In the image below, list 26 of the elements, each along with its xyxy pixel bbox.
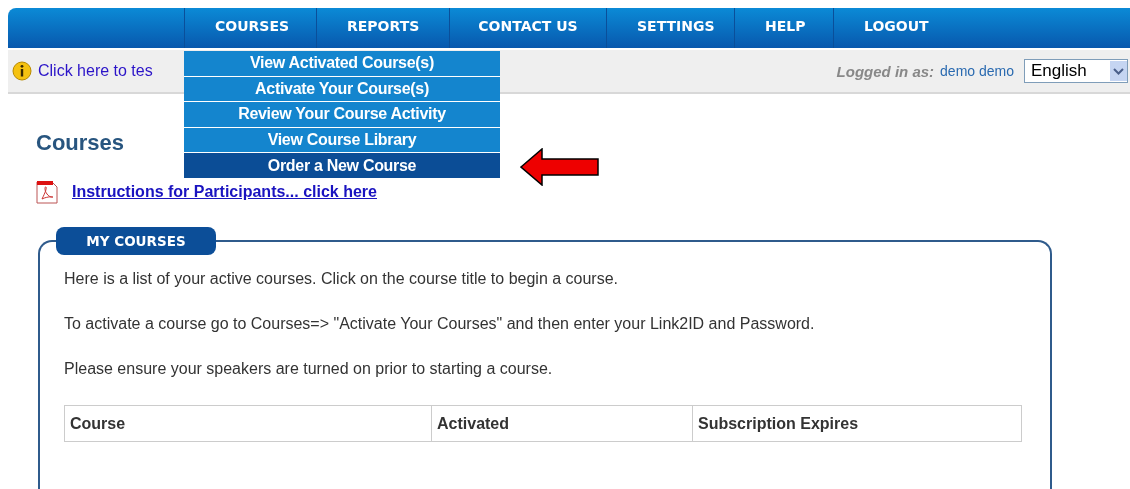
nav-item[interactable]: REPORTS	[316, 8, 449, 48]
menu-item[interactable]: View Course Library	[184, 127, 500, 153]
menu-item[interactable]: Activate Your Course(s)	[184, 76, 500, 102]
column-header: Subscription Expires	[692, 405, 1022, 442]
info-text: To activate a course go to Courses=> "Activate Your Courses" and then enter your Link2ID and Password.	[64, 315, 816, 333]
nav-item[interactable]: HELP	[734, 8, 833, 48]
language-select[interactable]: English	[1024, 59, 1128, 83]
nav-item[interactable]: CONTACT US	[449, 8, 606, 48]
nav-item[interactable]: COURSES	[184, 8, 316, 48]
info-icon	[12, 61, 32, 81]
info-text: Please ensure your speakers are turned on prior to starting a course.	[64, 360, 554, 378]
pdf-icon	[36, 180, 58, 204]
nav-item[interactable]: SETTINGS	[606, 8, 734, 48]
menu-item[interactable]: View Activated Course(s)	[184, 51, 500, 76]
menu-item[interactable]: Order a New Course	[184, 153, 500, 178]
test-link[interactable]: Click here to tes	[38, 62, 153, 80]
info-text: Here is a list of your active courses. Click on the course title to begin a course.	[64, 270, 620, 288]
chevron-down-icon	[1110, 61, 1127, 81]
menu-item[interactable]: Review Your Course Activity	[184, 102, 500, 127]
instructions-link[interactable]: Instructions for Participants... click here	[72, 183, 377, 201]
user-link[interactable]: demo demo	[940, 63, 1014, 79]
column-header: Activated	[431, 405, 693, 442]
nav-item[interactable]: LOGOUT	[833, 8, 959, 48]
logged-in-label: Logged in as:	[836, 62, 935, 80]
page-heading: Courses	[36, 130, 125, 157]
column-header: Course	[64, 405, 432, 442]
